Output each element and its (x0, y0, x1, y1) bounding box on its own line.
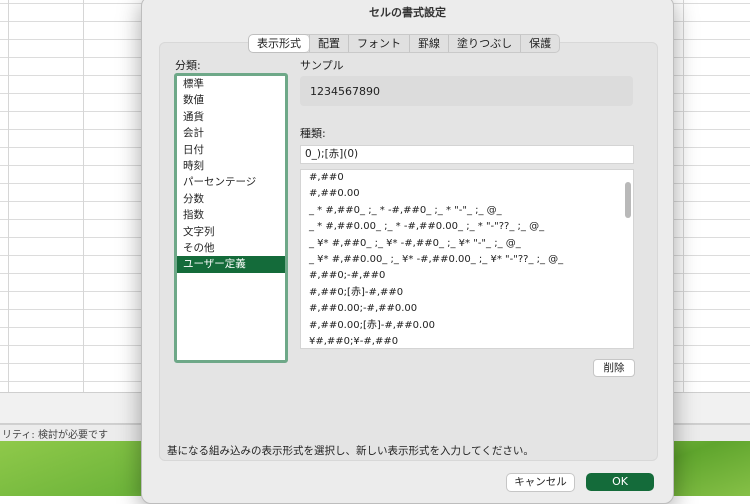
tab-bar: 表示形式 配置 フォント 罫線 塗りつぶし 保護 (248, 34, 561, 53)
format-item[interactable]: _ ¥* #,##0.00_ ;_ ¥* -#,##0.00_ ;_ ¥* "-… (301, 252, 633, 268)
category-item[interactable]: 通貨 (177, 109, 285, 125)
format-item[interactable]: #,##0 (301, 170, 633, 186)
tab-protection[interactable]: 保護 (520, 35, 559, 52)
hint-text: 基になる組み込みの表示形式を選択し、新しい表示形式を入力してください。 (167, 445, 534, 457)
format-code-input[interactable] (300, 145, 634, 164)
cancel-button[interactable]: キャンセル (506, 473, 575, 492)
tab-font[interactable]: フォント (348, 35, 409, 52)
tab-border[interactable]: 罫線 (409, 35, 448, 52)
accessibility-status[interactable]: リティ: 検討が必要です (2, 426, 108, 441)
format-item[interactable]: _ ¥* #,##0_ ;_ ¥* -#,##0_ ;_ ¥* "-"_ ;_ … (301, 236, 633, 252)
category-item[interactable]: 会計 (177, 125, 285, 141)
delete-button[interactable]: 削除 (593, 359, 635, 377)
sample-label: サンプル (300, 59, 344, 72)
ok-button[interactable]: OK (586, 473, 654, 491)
category-item[interactable]: 標準 (177, 76, 285, 92)
category-label: 分類: (175, 59, 201, 72)
format-item[interactable]: #,##0.00 (301, 186, 633, 202)
type-label: 種類: (300, 127, 326, 140)
format-item[interactable]: #,##0;-#,##0 (301, 268, 633, 284)
format-list-scrollbar[interactable] (625, 182, 631, 218)
format-item[interactable]: ¥#,##0;¥-#,##0 (301, 334, 633, 348)
category-item[interactable]: 文字列 (177, 224, 285, 240)
sample-value: 1234567890 (310, 85, 380, 98)
category-list[interactable]: 標準 数値 通貨 会計 日付 時刻 パーセンテージ 分数 指数 文字列 その他 … (174, 73, 288, 363)
format-item[interactable]: #,##0.00;-#,##0.00 (301, 301, 633, 317)
format-item[interactable]: _ * #,##0.00_ ;_ * -#,##0.00_ ;_ * "-"??… (301, 219, 633, 235)
dialog-title: セルの書式設定 (369, 6, 446, 19)
category-item[interactable]: 指数 (177, 207, 285, 223)
tab-number[interactable]: 表示形式 (249, 35, 309, 52)
sample-box: 1234567890 (300, 76, 633, 106)
format-item[interactable]: #,##0;[赤]-#,##0 (301, 285, 633, 301)
tab-alignment[interactable]: 配置 (309, 35, 348, 52)
format-list[interactable]: #,##0 #,##0.00 _ * #,##0_ ;_ * -#,##0_ ;… (300, 169, 634, 349)
category-item[interactable]: 数値 (177, 92, 285, 108)
format-item[interactable]: #,##0.00;[赤]-#,##0.00 (301, 318, 633, 334)
category-item[interactable]: その他 (177, 240, 285, 256)
category-item[interactable]: パーセンテージ (177, 174, 285, 190)
category-item[interactable]: 分数 (177, 191, 285, 207)
category-item-selected[interactable]: ユーザー定義 (177, 256, 285, 273)
format-cells-dialog: セルの書式設定 表示形式 配置 フォント 罫線 塗りつぶし 保護 分類: 標準 … (141, 0, 674, 504)
tab-fill[interactable]: 塗りつぶし (448, 35, 520, 52)
format-item[interactable]: _ * #,##0_ ;_ * -#,##0_ ;_ * "-"_ ;_ @_ (301, 203, 633, 219)
category-item[interactable]: 日付 (177, 142, 285, 158)
category-item[interactable]: 時刻 (177, 158, 285, 174)
